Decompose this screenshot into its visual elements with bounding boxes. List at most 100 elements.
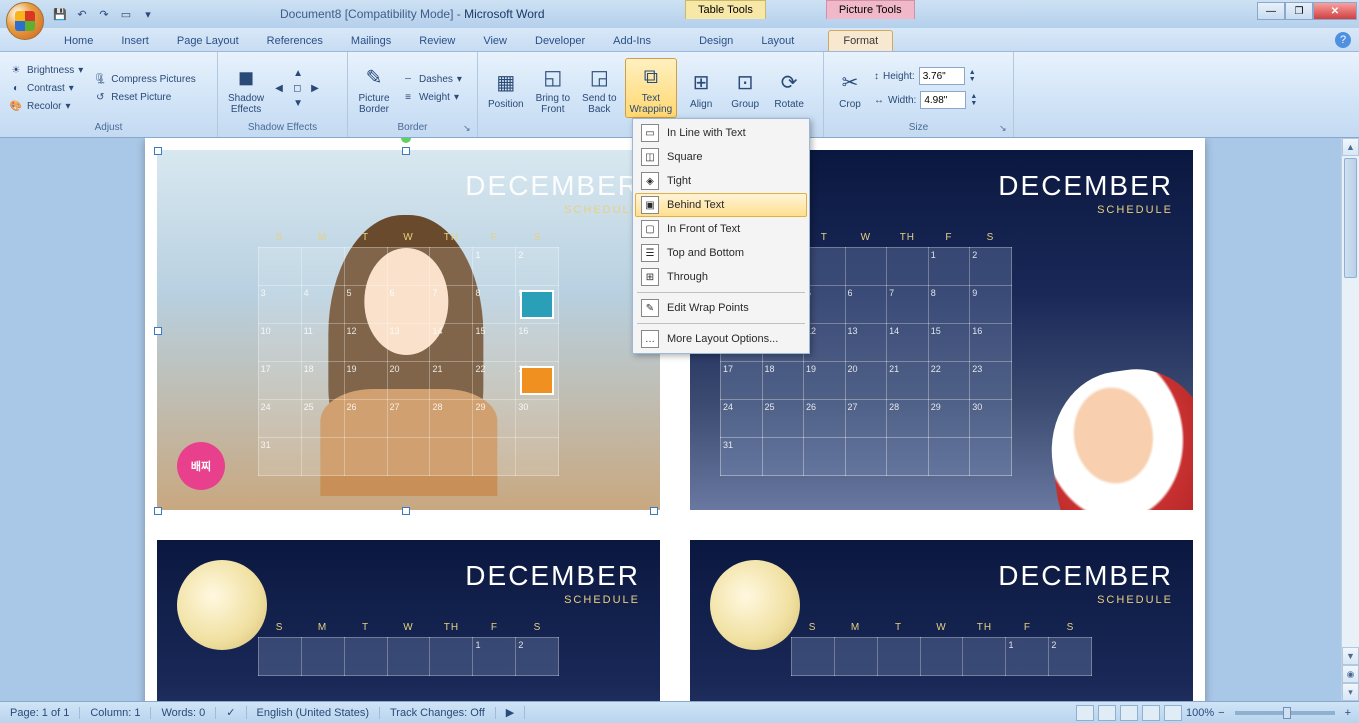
tab-addins[interactable]: Add-Ins: [599, 31, 665, 51]
view-fullscreen-icon[interactable]: [1098, 705, 1116, 721]
nudge-down-icon[interactable]: ▼: [290, 97, 306, 110]
next-page-icon[interactable]: ▾: [1342, 683, 1359, 701]
status-words[interactable]: Words: 0: [151, 707, 216, 719]
tab-developer[interactable]: Developer: [521, 31, 599, 51]
qat-dropdown-icon[interactable]: ▾: [140, 6, 156, 22]
calendar-3[interactable]: DECEMBERSCHEDULE SMTWTHFS12: [157, 540, 660, 701]
status-page[interactable]: Page: 1 of 1: [0, 707, 80, 719]
wrap-behind-item[interactable]: ▣Behind Text: [635, 193, 807, 217]
qat-custom-icon[interactable]: ▭: [118, 6, 134, 22]
help-icon[interactable]: ?: [1335, 32, 1351, 48]
zoom-thumb[interactable]: [1283, 707, 1291, 719]
position-icon: ▦: [490, 67, 522, 99]
size-dialog-launcher[interactable]: ↘: [999, 123, 1011, 135]
calendar-cell: 2: [1049, 638, 1092, 676]
zoom-in-icon[interactable]: +: [1345, 707, 1351, 719]
view-web-icon[interactable]: [1120, 705, 1138, 721]
calendar-cell: [877, 638, 920, 676]
redo-icon[interactable]: ↷: [96, 6, 112, 22]
tab-review[interactable]: Review: [405, 31, 469, 51]
dashes-button[interactable]: ┄Dashes ▾: [398, 71, 465, 87]
status-proofing-icon[interactable]: ✓: [216, 706, 246, 719]
height-input[interactable]: [919, 67, 965, 85]
nudge-left-icon[interactable]: ◀: [272, 82, 288, 95]
position-button[interactable]: ▦Position: [484, 65, 528, 112]
tab-format[interactable]: Format: [828, 30, 893, 51]
crop-button[interactable]: ✂Crop: [830, 65, 870, 112]
save-icon[interactable]: 💾: [52, 6, 68, 22]
rotate-button[interactable]: ⟳Rotate: [769, 65, 809, 112]
view-outline-icon[interactable]: [1142, 705, 1160, 721]
picture-border-icon: ✎: [358, 61, 390, 93]
tab-home[interactable]: Home: [50, 31, 107, 51]
nudge-right-icon[interactable]: ▶: [308, 82, 324, 95]
minimize-button[interactable]: —: [1257, 2, 1285, 20]
shadow-effects-button[interactable]: ◼Shadow Effects: [224, 59, 268, 117]
scroll-thumb[interactable]: [1344, 158, 1357, 278]
tab-page-layout[interactable]: Page Layout: [163, 31, 253, 51]
scroll-down-icon[interactable]: ▼: [1342, 647, 1359, 665]
zoom-slider[interactable]: [1235, 711, 1335, 715]
bring-to-front-button[interactable]: ◱Bring to Front: [532, 59, 574, 117]
wrap-through-item[interactable]: ⊞Through: [635, 265, 807, 289]
tab-mailings[interactable]: Mailings: [337, 31, 405, 51]
picture-border-button[interactable]: ✎Picture Border: [354, 59, 394, 117]
compress-pictures-button[interactable]: 🗜Compress Pictures: [90, 71, 198, 87]
title-bar: 💾 ↶ ↷ ▭ ▾ Document8 [Compatibility Mode]…: [0, 0, 1359, 28]
reset-picture-button[interactable]: ↺Reset Picture: [90, 89, 198, 105]
office-button[interactable]: [6, 2, 44, 40]
prev-page-icon[interactable]: ◉: [1342, 665, 1359, 683]
recolor-button[interactable]: 🎨Recolor ▾: [6, 98, 86, 114]
align-button[interactable]: ⊞Align: [681, 65, 721, 112]
calendar-month: DECEMBER: [157, 170, 640, 202]
tab-references[interactable]: References: [253, 31, 337, 51]
height-down-icon[interactable]: ▼: [969, 76, 976, 83]
scroll-up-icon[interactable]: ▲: [1342, 138, 1359, 156]
nudge-up-icon[interactable]: ▲: [290, 67, 306, 80]
text-wrapping-button[interactable]: ⧉Text Wrapping: [625, 58, 678, 118]
height-up-icon[interactable]: ▲: [969, 69, 976, 76]
status-column[interactable]: Column: 1: [80, 707, 151, 719]
calendar-cell: 5: [344, 286, 387, 324]
status-language[interactable]: English (United States): [247, 707, 381, 719]
zoom-out-icon[interactable]: −: [1218, 707, 1224, 719]
wrap-square-item[interactable]: ◫Square: [635, 145, 807, 169]
status-macro-icon[interactable]: ▶: [496, 706, 525, 719]
close-button[interactable]: ✕: [1313, 2, 1357, 20]
calendar-4[interactable]: DECEMBERSCHEDULE SMTWTHFS12: [690, 540, 1193, 701]
calendar-1[interactable]: DECEMBER SCHEDULE SMTWTHFS 1234567891011…: [157, 150, 660, 510]
brightness-button[interactable]: ☀Brightness ▾: [6, 62, 86, 78]
group-button[interactable]: ⊡Group: [725, 65, 765, 112]
calendar-cell: [834, 638, 877, 676]
contrast-button[interactable]: ◐Contrast ▾: [6, 80, 86, 96]
wrap-more-options-item[interactable]: …More Layout Options...: [635, 327, 807, 351]
wrap-topbottom-item[interactable]: ☰Top and Bottom: [635, 241, 807, 265]
tab-design[interactable]: Design: [685, 31, 747, 51]
wrap-through-icon: ⊞: [641, 268, 659, 286]
wrap-inline-item[interactable]: ▭In Line with Text: [635, 121, 807, 145]
undo-icon[interactable]: ↶: [74, 6, 90, 22]
weight-button[interactable]: ≡Weight ▾: [398, 89, 465, 105]
calendar-cell: [970, 438, 1012, 476]
width-input[interactable]: [920, 91, 966, 109]
maximize-button[interactable]: ❐: [1285, 2, 1313, 20]
tab-insert[interactable]: Insert: [107, 31, 163, 51]
send-to-back-button[interactable]: ◲Send to Back: [578, 59, 620, 117]
width-up-icon[interactable]: ▲: [970, 93, 977, 100]
view-draft-icon[interactable]: [1164, 705, 1182, 721]
wrap-edit-icon: ✎: [641, 299, 659, 317]
status-track-changes[interactable]: Track Changes: Off: [380, 707, 496, 719]
border-dialog-launcher[interactable]: ↘: [463, 123, 475, 135]
view-print-layout-icon[interactable]: [1076, 705, 1094, 721]
calendar-cell: [762, 438, 804, 476]
width-down-icon[interactable]: ▼: [970, 100, 977, 107]
status-zoom[interactable]: 100%: [1186, 707, 1214, 719]
tab-layout[interactable]: Layout: [747, 31, 808, 51]
vertical-scrollbar[interactable]: ▲ ▼ ◉ ▾: [1341, 138, 1359, 701]
wrap-edit-points-item[interactable]: ✎Edit Wrap Points: [635, 296, 807, 320]
day-header: M: [834, 618, 877, 638]
wrap-tight-item[interactable]: ◈Tight: [635, 169, 807, 193]
shadow-toggle-icon[interactable]: ◻: [290, 82, 306, 95]
tab-view[interactable]: View: [469, 31, 521, 51]
wrap-infront-item[interactable]: ▢In Front of Text: [635, 217, 807, 241]
